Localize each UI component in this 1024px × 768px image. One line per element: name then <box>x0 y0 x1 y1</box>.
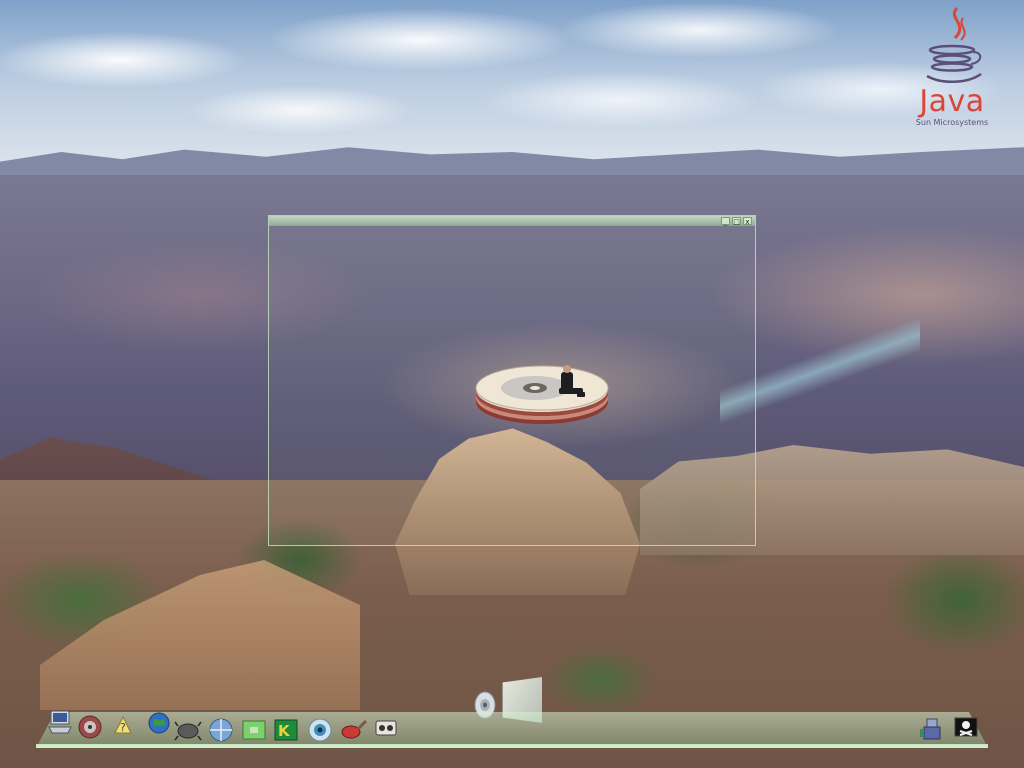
pirate-flag-icon[interactable] <box>952 714 980 742</box>
help-icon[interactable]: ? <box>108 712 136 740</box>
media-film-icon[interactable] <box>372 714 400 742</box>
close-button[interactable]: x <box>743 217 752 226</box>
java-company-name: Sun Microsystems <box>915 118 989 127</box>
dock-shelf <box>36 744 988 748</box>
window-titlebar[interactable]: _ □ x <box>269 216 755 226</box>
computer-icon[interactable] <box>46 708 74 736</box>
user-robot-icon[interactable] <box>918 716 946 744</box>
bug-icon[interactable] <box>174 716 202 744</box>
svg-text:?: ? <box>120 721 126 734</box>
terminal-icon[interactable] <box>240 716 268 744</box>
java-cup-icon <box>926 6 982 83</box>
minimize-button[interactable]: _ <box>721 217 730 226</box>
cd-drive-icon[interactable] <box>76 713 104 741</box>
network-globe-icon[interactable] <box>146 710 174 738</box>
paint-brush-icon[interactable] <box>340 716 368 744</box>
3d-disc-object[interactable] <box>473 358 611 430</box>
svg-text:K: K <box>278 722 291 740</box>
java-logo: Java Sun Microsystems <box>912 4 992 134</box>
maximize-button[interactable]: □ <box>732 217 741 226</box>
java-wordmark: Java <box>919 84 985 119</box>
wallpaper-sky <box>0 0 1024 175</box>
eye-viewer-icon[interactable] <box>306 716 334 744</box>
game-icon[interactable]: K <box>272 716 300 744</box>
web-browser-icon[interactable] <box>207 716 235 744</box>
